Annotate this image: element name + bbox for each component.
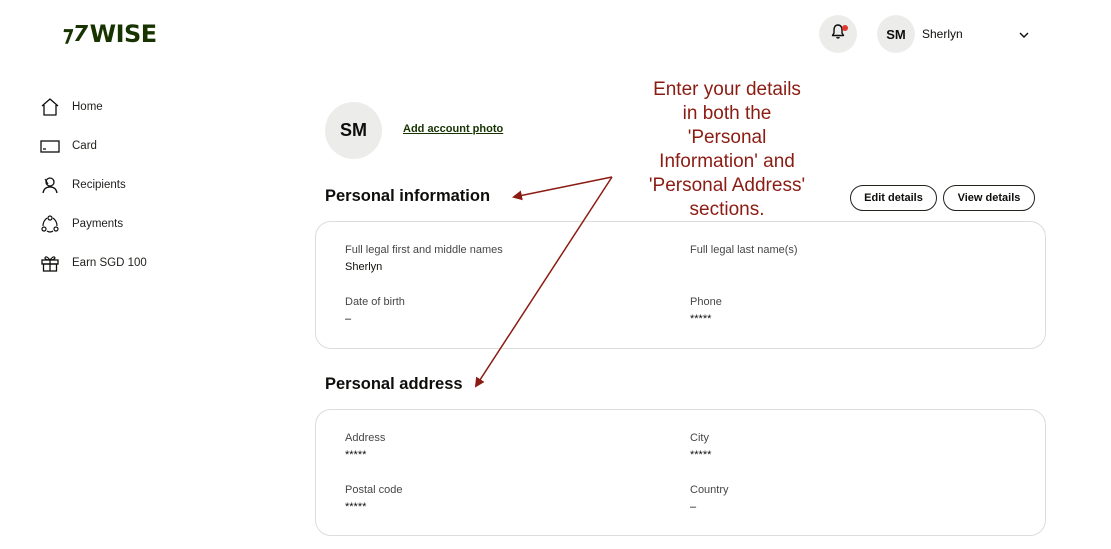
address-field: Address *****	[345, 432, 385, 461]
edit-details-button[interactable]: Edit details	[850, 185, 937, 211]
personal-information-card: Full legal first and middle names Sherly…	[315, 221, 1046, 349]
card-icon	[40, 136, 60, 156]
phone-field: Phone *****	[690, 296, 722, 325]
arrow-to-personal-information	[512, 176, 613, 201]
sidebar-item-label: Payments	[72, 217, 124, 230]
personal-address-card: Address ***** City ***** Postal code ***…	[315, 409, 1046, 536]
annotation-line: Information' and	[659, 151, 795, 172]
field-label: Phone	[690, 296, 722, 308]
notifications-button[interactable]	[819, 15, 857, 53]
sidebar-item-home[interactable]: Home	[40, 94, 147, 119]
payments-icon	[40, 214, 60, 234]
date-of-birth-field: Date of birth –	[345, 296, 405, 325]
field-value: –	[690, 501, 697, 513]
field-label: Postal code	[345, 484, 403, 496]
annotation-line: 'Personal Address'	[648, 175, 806, 196]
field-label: Address	[345, 432, 386, 444]
home-icon	[40, 97, 60, 117]
sidebar-item-label: Earn SGD 100	[72, 256, 147, 269]
wise-wordmark: WISE	[89, 20, 158, 48]
gift-icon	[40, 253, 60, 273]
field-value: Sherlyn	[345, 261, 383, 273]
sidebar-item-label: Recipients	[72, 178, 126, 191]
instruction-annotation: Enter your details in both the 'Personal…	[640, 78, 814, 222]
field-label: City	[690, 432, 709, 444]
field-value: *****	[345, 501, 367, 513]
city-field: City *****	[690, 432, 711, 461]
country-field: Country –	[690, 484, 729, 513]
chevron-down-icon	[1018, 28, 1030, 46]
annotation-line: 'Personal	[687, 127, 767, 148]
view-details-button[interactable]: View details	[943, 185, 1035, 211]
annotation-line: in both the	[682, 103, 772, 124]
wise-logo[interactable]: ⁊7 WISE	[59, 20, 158, 48]
field-value: *****	[690, 313, 712, 325]
user-name: Sherlyn	[922, 27, 963, 41]
field-value: *****	[345, 449, 367, 461]
avatar: SM	[877, 15, 915, 53]
recipients-icon	[40, 175, 60, 195]
field-label: Full legal last name(s)	[690, 244, 798, 256]
sidebar-nav: Home Card Recipients Payments Earn SGD 1…	[40, 94, 147, 289]
field-label: Date of birth	[345, 296, 405, 308]
sidebar-item-label: Card	[72, 139, 97, 152]
annotation-line: sections.	[689, 199, 765, 220]
sidebar-item-earn[interactable]: Earn SGD 100	[40, 250, 147, 275]
add-account-photo-link[interactable]: Add account photo	[403, 123, 503, 135]
last-name-field: Full legal last name(s)	[690, 244, 798, 261]
account-avatar: SM	[325, 102, 382, 159]
field-value: *****	[690, 449, 712, 461]
field-label: Full legal first and middle names	[345, 244, 503, 256]
account-menu[interactable]: SM Sherlyn	[877, 15, 1037, 53]
wise-flag-icon: ⁊7	[59, 21, 90, 47]
notification-dot	[842, 25, 848, 31]
postal-code-field: Postal code *****	[345, 484, 402, 513]
annotation-line: Enter your details	[653, 79, 801, 100]
sidebar-item-recipients[interactable]: Recipients	[40, 172, 147, 197]
field-label: Country	[690, 484, 729, 496]
personal-information-title: Personal information	[325, 187, 491, 205]
field-value: –	[345, 313, 352, 325]
first-names-field: Full legal first and middle names Sherly…	[345, 244, 503, 273]
sidebar-item-card[interactable]: Card	[40, 133, 147, 158]
personal-address-title: Personal address	[325, 375, 463, 393]
sidebar-item-payments[interactable]: Payments	[40, 211, 147, 236]
sidebar-item-label: Home	[72, 100, 103, 113]
